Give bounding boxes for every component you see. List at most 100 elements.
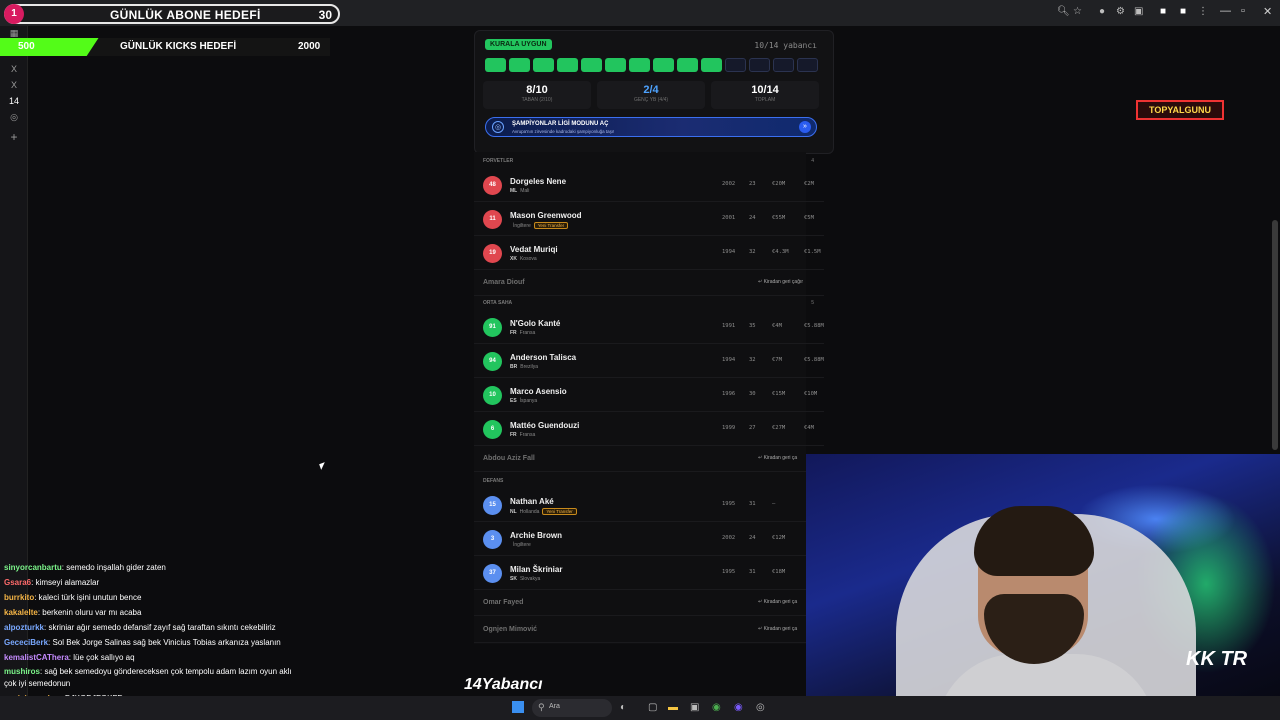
stat-label: GENÇ YB (4/4)	[633, 97, 669, 103]
close-icon[interactable]: ✕	[1263, 5, 1272, 18]
zoom-icon[interactable]: 🔍︎	[1057, 6, 1070, 17]
new-transfer-tag: Yeni Transfer	[542, 508, 577, 515]
stat-label: TABAN (2/10)	[521, 97, 553, 103]
player-country: XK Kosova	[510, 256, 537, 262]
chat-message: alpozturkk: skriniar ağır semedo defansi…	[4, 623, 276, 632]
foreign-slot-segments	[485, 58, 819, 72]
foreign-slot	[509, 58, 530, 72]
chat-text: : lüe çok sallıyo aq	[68, 653, 135, 662]
foreign-slot	[677, 58, 698, 72]
subscriber-goal-bar: 1 GÜNLÜK ABONE HEDEFİ 30	[4, 4, 340, 24]
player-name: Milan Škriniar	[510, 565, 563, 574]
player-country: FR Fransa	[510, 432, 535, 438]
player-country: BR Brezilya	[510, 364, 538, 370]
taskbar-search[interactable]: ⚲ Ara	[532, 699, 612, 717]
kicks-goal-bar: 500 GÜNLÜK KICKS HEDEFİ 2000	[0, 38, 330, 56]
shirt-number: 3	[483, 530, 502, 549]
recall-loan-button[interactable]: ↵ Kiradan geri çağır	[758, 279, 803, 285]
windows-start-icon[interactable]	[512, 701, 524, 713]
player-age: 32	[749, 357, 756, 363]
chat-message: burrkito: kaleci türk işini unutun bence	[4, 593, 141, 602]
player-row[interactable]: 19 Vedat Muriqi XK Kosova 1994 32 €4.3M €1.5M	[474, 236, 824, 270]
player-value: €20M	[772, 181, 786, 187]
player-year: 1999	[722, 425, 736, 431]
app-icon[interactable]: ◎	[756, 702, 765, 713]
kicks-goal-title: GÜNLÜK KICKS HEDEFİ	[120, 41, 237, 52]
recall-loan-button[interactable]: ↵ Kiradan geri ça	[758, 455, 797, 461]
stat-label: TOPLAM	[754, 97, 776, 103]
add-icon[interactable]: +	[8, 130, 20, 144]
bookmark-star-icon[interactable]: ☆	[1073, 6, 1082, 17]
player-country: SK Slovakya	[510, 576, 540, 582]
recall-loan-button[interactable]: ↵ Kiradan geri ça	[758, 599, 797, 605]
chat-username: GececiBerk	[4, 638, 49, 647]
menu-dots-icon[interactable]: ⋮	[1198, 6, 1208, 17]
x-icon-2[interactable]: X	[8, 80, 20, 90]
globe-icon[interactable]: ◎	[8, 112, 20, 123]
recall-loan-button[interactable]: ↵ Kiradan geri ça	[758, 626, 797, 632]
foreign-slot	[581, 58, 602, 72]
player-wage: €1.5M	[804, 249, 821, 255]
country-name: Slovakya	[519, 576, 541, 582]
app-14-icon[interactable]: 14	[8, 96, 20, 106]
goal-badge: 1	[4, 4, 24, 24]
champions-league-mode-button[interactable]: ◎ ŞAMPİYONLAR LİGİ MODUNU AÇ Avrupa'nın …	[485, 117, 817, 137]
page-scrollbar[interactable]	[1272, 220, 1278, 450]
task-view-icon[interactable]: ▢	[648, 702, 657, 713]
extension-gear-icon[interactable]: ⚙	[1116, 6, 1125, 17]
player-row[interactable]: 91 N'Golo Kanté FR Fransa 1991 35 €4M €5.88M	[474, 310, 824, 344]
player-row[interactable]: 3 Archie Brown İngiltere 2002 24 €12M	[474, 522, 824, 556]
player-value: €4M	[772, 323, 782, 329]
country-flag: ML	[510, 188, 518, 194]
player-country: ML Mali	[510, 188, 529, 194]
country-name: İngiltere	[513, 542, 531, 548]
discord-icon[interactable]: ◉	[734, 702, 743, 713]
chat-username: sinyorcanbartu	[4, 563, 62, 572]
player-row[interactable]: 37 Milan Škriniar SK Slovakya 1995 31 €18M	[474, 556, 824, 590]
country-flag: NL	[510, 509, 517, 515]
profile-icon[interactable]: ■	[1160, 6, 1166, 17]
player-year: 2002	[722, 535, 736, 541]
chat-username: kemalistCAThera	[4, 653, 69, 662]
file-explorer-icon[interactable]: ▬	[668, 702, 678, 713]
player-row[interactable]: 48 Dorgeles Nene ML Mali 2002 23 €20M €2M	[474, 168, 824, 202]
country-flag: ES	[510, 398, 517, 404]
extension-fox-icon[interactable]: ●	[1099, 6, 1105, 17]
chrome-icon[interactable]: ◉	[712, 702, 721, 713]
minimize-icon[interactable]: —	[1220, 5, 1231, 17]
shirt-number: 37	[483, 564, 502, 583]
player-row[interactable]: 6 Mattéo Guendouzi FR Fransa 1999 27 €27M €4M	[474, 412, 824, 446]
player-row[interactable]: 11 Mason Greenwood İngiltere Yeni Transfer 2…	[474, 202, 824, 236]
player-value: €12M	[772, 535, 786, 541]
x-icon[interactable]: X	[8, 64, 20, 74]
widget-icon[interactable]: ◐	[620, 702, 626, 713]
player-country: İngiltere Yeni Transfer	[510, 222, 569, 229]
store-icon[interactable]: ▣	[690, 702, 699, 713]
profile-icon-2[interactable]: ■	[1180, 6, 1186, 17]
webcam-feed: KK TR	[806, 454, 1280, 720]
cam-text: KK TR	[1186, 648, 1248, 670]
foreign-slot	[485, 58, 506, 72]
chat-message: Gsara6: kimseyi alamazlar	[4, 578, 99, 587]
streamer-hair	[974, 506, 1094, 576]
player-row[interactable]: 15 Nathan Aké NL Hollanda Yeni Transfer 1995 3…	[474, 488, 824, 522]
foreign-title: 14Yabancı	[464, 676, 543, 693]
player-age: 24	[749, 215, 756, 221]
chat-text: : kimseyi alamazlar	[31, 578, 100, 587]
country-name: Hollanda	[519, 509, 540, 515]
player-row[interactable]: 94 Anderson Talisca BR Brezilya 1994 32 €7M €5.…	[474, 344, 824, 378]
player-year: 1995	[722, 569, 736, 575]
player-year: 2001	[722, 215, 736, 221]
chat-message: mushiros: sağ bek semedoyu göndereceksen…	[4, 667, 292, 676]
chat-text: : skriniar ağır semedo defansif zayıf sa…	[44, 623, 276, 632]
extensions-puzzle-icon[interactable]: ▣	[1134, 6, 1143, 17]
country-flag: FR	[510, 330, 517, 336]
chat-username: alpozturkk	[4, 623, 45, 632]
country-name: İspanya	[519, 398, 538, 404]
search-icon: ⚲	[538, 702, 545, 712]
player-row[interactable]: 10 Marco Asensio ES İspanya 1996 30 €15M €10M	[474, 378, 824, 412]
player-wage: €4M	[804, 425, 814, 431]
chat-message: kakalelte: berkenin oluru var mı acaba	[4, 608, 141, 617]
maximize-icon[interactable]: ▫	[1241, 5, 1245, 17]
player-year: 1991	[722, 323, 736, 329]
